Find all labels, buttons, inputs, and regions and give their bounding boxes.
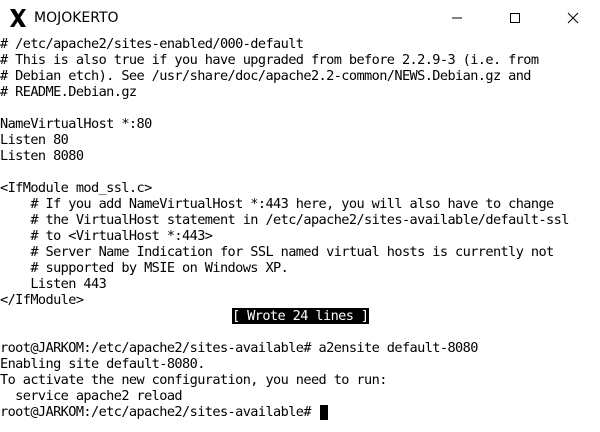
terminal-line: Listen 443	[0, 276, 107, 292]
window-title: MOJOKERTO	[34, 10, 119, 26]
terminal-line: Listen 80	[0, 132, 69, 148]
terminal-line: # README.Debian.gz	[0, 84, 137, 100]
terminal-line: # the VirtualHost statement in /etc/apac…	[0, 212, 569, 228]
terminal-line: Enabling site default-8080.	[0, 356, 205, 372]
status-bar: [ Wrote 24 lines ]	[0, 308, 600, 324]
terminal-line: # This is also true if you have upgraded…	[0, 52, 539, 68]
text-cursor	[319, 404, 328, 420]
maximize-button[interactable]	[486, 0, 544, 36]
minimize-button[interactable]	[428, 0, 486, 36]
status-message: [ Wrote 24 lines ]	[232, 308, 369, 324]
minimize-icon	[451, 12, 463, 24]
x-server-icon	[8, 8, 28, 28]
terminal-screen[interactable]: # /etc/apache2/sites-enabled/000-default…	[0, 36, 600, 432]
terminal-line: # supported by MSIE on Windows XP.	[0, 260, 289, 276]
terminal-line: <IfModule mod_ssl.c>	[0, 180, 152, 196]
terminal-line: </IfModule>	[0, 292, 84, 308]
terminal-line: # Debian etch). See /usr/share/doc/apach…	[0, 68, 531, 84]
terminal-line: # Server Name Indication for SSL named v…	[0, 244, 554, 260]
close-button[interactable]	[544, 0, 600, 36]
terminal-line: root@JARKOM:/etc/apache2/sites-available…	[0, 340, 478, 356]
terminal-line: NameVirtualHost *:80	[0, 116, 152, 132]
terminal-window: MOJOKERTO # /etc/apache2/sites-enabled/0…	[0, 0, 600, 432]
title-bar[interactable]: MOJOKERTO	[0, 0, 600, 36]
terminal-line: # to <VirtualHost *:443>	[0, 228, 213, 244]
shell-prompt: root@JARKOM:/etc/apache2/sites-available…	[0, 404, 319, 420]
close-icon	[567, 12, 579, 24]
terminal-line: service apache2 reload	[0, 388, 183, 404]
terminal-line: Listen 8080	[0, 148, 84, 164]
maximize-icon	[509, 12, 521, 24]
terminal-line: To activate the new configuration, you n…	[0, 372, 387, 388]
terminal-line: # /etc/apache2/sites-enabled/000-default	[0, 36, 304, 52]
prompt-line[interactable]: root@JARKOM:/etc/apache2/sites-available…	[0, 404, 600, 420]
terminal-line: # If you add NameVirtualHost *:443 here,…	[0, 196, 554, 212]
